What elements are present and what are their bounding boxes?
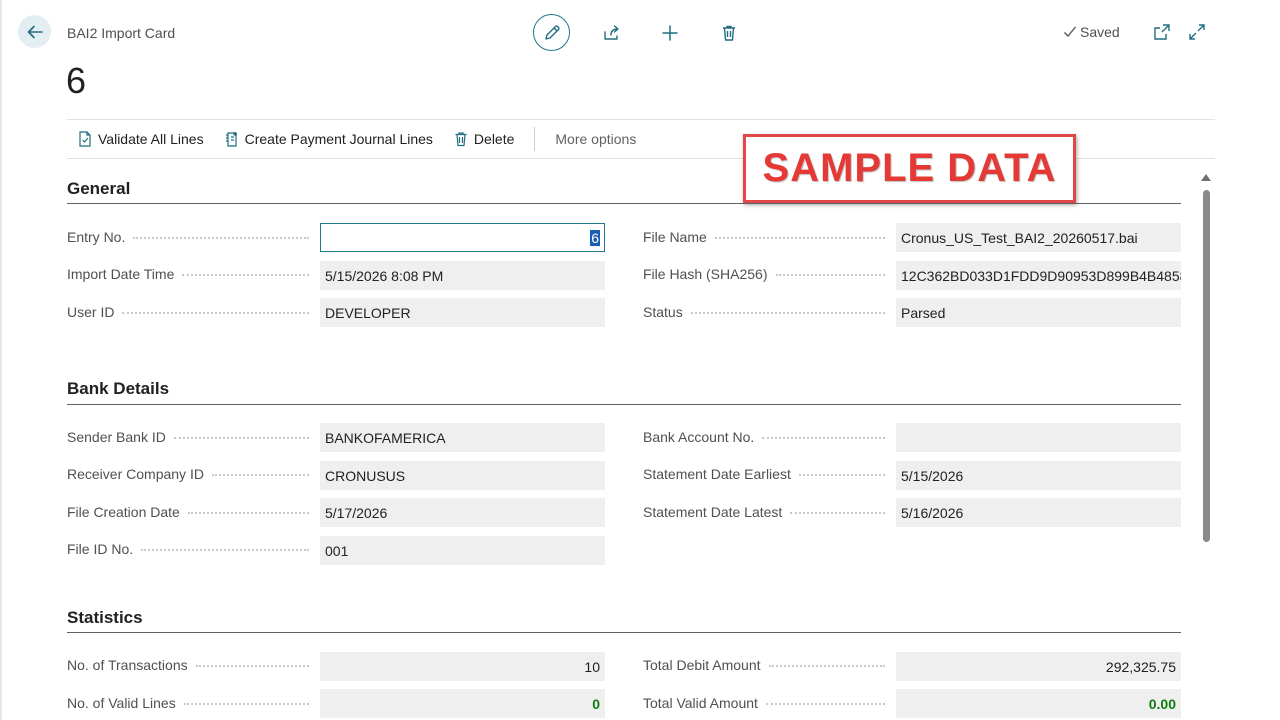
window-left-edge — [0, 0, 2, 720]
trash-icon — [722, 25, 735, 41]
validate-all-lines-button[interactable]: Validate All Lines — [67, 120, 214, 158]
sender-bank-id-label: Sender Bank ID — [67, 429, 317, 445]
new-button[interactable] — [651, 14, 688, 51]
file-hash-label: File Hash (SHA256) — [643, 266, 893, 282]
section-title-general[interactable]: General — [67, 179, 130, 199]
saved-label: Saved — [1080, 24, 1120, 40]
file-name-field[interactable]: Cronus_US_Test_BAI2_20260517.bai — [896, 223, 1181, 252]
no-of-transactions-label: No. of Transactions — [67, 657, 317, 673]
no-of-valid-lines-label: No. of Valid Lines — [67, 695, 317, 711]
entry-no-field[interactable]: 6 — [320, 223, 605, 252]
create-payment-journal-lines-label: Create Payment Journal Lines — [244, 131, 433, 147]
validate-document-icon — [79, 131, 91, 147]
section-title-bank-details[interactable]: Bank Details — [67, 379, 169, 399]
no-of-valid-lines-field[interactable]: 0 — [320, 689, 605, 718]
share-icon — [603, 24, 619, 40]
validate-all-lines-label: Validate All Lines — [98, 131, 204, 147]
import-date-time-field[interactable]: 5/15/2026 8:08 PM — [320, 261, 605, 290]
statement-date-earliest-field[interactable]: 5/15/2026 — [896, 461, 1181, 490]
open-new-window-button[interactable] — [1152, 22, 1172, 42]
file-creation-date-label: File Creation Date — [67, 504, 317, 520]
total-debit-amount-label: Total Debit Amount — [643, 657, 893, 673]
section-divider — [67, 632, 1181, 633]
more-options-button[interactable]: More options — [545, 131, 646, 147]
plus-icon — [661, 24, 678, 41]
expand-icon — [1189, 24, 1205, 40]
page-title: 6 — [66, 60, 87, 101]
import-date-time-label: Import Date Time — [67, 266, 317, 282]
file-id-no-field[interactable]: 001 — [320, 536, 605, 565]
scroll-up-arrow[interactable] — [1201, 174, 1211, 181]
file-id-no-label: File ID No. — [67, 541, 317, 557]
no-of-transactions-field[interactable]: 10 — [320, 652, 605, 681]
share-button[interactable] — [592, 14, 629, 51]
back-button[interactable] — [18, 15, 51, 48]
bank-account-no-label: Bank Account No. — [643, 429, 893, 445]
file-creation-date-field[interactable]: 5/17/2026 — [320, 498, 605, 527]
delete-button[interactable]: Delete — [443, 120, 524, 158]
receiver-company-id-label: Receiver Company ID — [67, 466, 317, 482]
section-divider — [67, 203, 1181, 204]
expand-button[interactable] — [1187, 22, 1207, 42]
sample-data-stamp: SAMPLE DATA — [743, 134, 1076, 203]
sample-data-stamp-text: SAMPLE DATA — [762, 146, 1057, 190]
entry-no-value: 6 — [590, 229, 600, 246]
receiver-company-id-field[interactable]: CRONUSUS — [320, 461, 605, 490]
file-name-label: File Name — [643, 229, 893, 245]
create-payment-journal-lines-button[interactable]: Create Payment Journal Lines — [214, 120, 443, 158]
bank-account-no-field[interactable] — [896, 423, 1181, 452]
user-id-field[interactable]: DEVELOPER — [320, 298, 605, 327]
arrow-left-icon — [27, 25, 43, 38]
total-valid-amount-label: Total Valid Amount — [643, 695, 893, 711]
total-debit-amount-field[interactable]: 292,325.75 — [896, 652, 1181, 681]
file-hash-field[interactable]: 12C362BD033D1FDD9D90953D899B4B4858... — [896, 261, 1181, 290]
open-in-new-window-icon — [1154, 24, 1170, 40]
saved-status: Saved — [1063, 24, 1120, 40]
delete-record-button[interactable] — [710, 14, 747, 51]
sender-bank-id-field[interactable]: BANKOFAMERICA — [320, 423, 605, 452]
status-label: Status — [643, 304, 893, 320]
user-id-label: User ID — [67, 304, 317, 320]
trash-icon — [455, 132, 467, 147]
delete-label: Delete — [473, 131, 515, 147]
statement-date-latest-field[interactable]: 5/16/2026 — [896, 498, 1181, 527]
status-field[interactable]: Parsed — [896, 298, 1181, 327]
total-valid-amount-field[interactable]: 0.00 — [896, 689, 1181, 718]
section-divider — [67, 404, 1181, 405]
action-divider — [534, 127, 536, 151]
entry-no-label: Entry No. — [67, 229, 317, 245]
edit-button[interactable] — [533, 14, 570, 51]
checkmark-icon — [1064, 26, 1076, 37]
statement-date-latest-label: Statement Date Latest — [643, 504, 893, 520]
journal-create-icon — [225, 132, 237, 147]
top-action-group — [533, 14, 747, 51]
breadcrumb: BAI2 Import Card — [67, 25, 176, 41]
scrollbar-thumb[interactable] — [1203, 190, 1210, 542]
statement-date-earliest-label: Statement Date Earliest — [643, 466, 893, 482]
section-title-statistics[interactable]: Statistics — [67, 608, 143, 628]
pencil-icon — [544, 24, 560, 40]
